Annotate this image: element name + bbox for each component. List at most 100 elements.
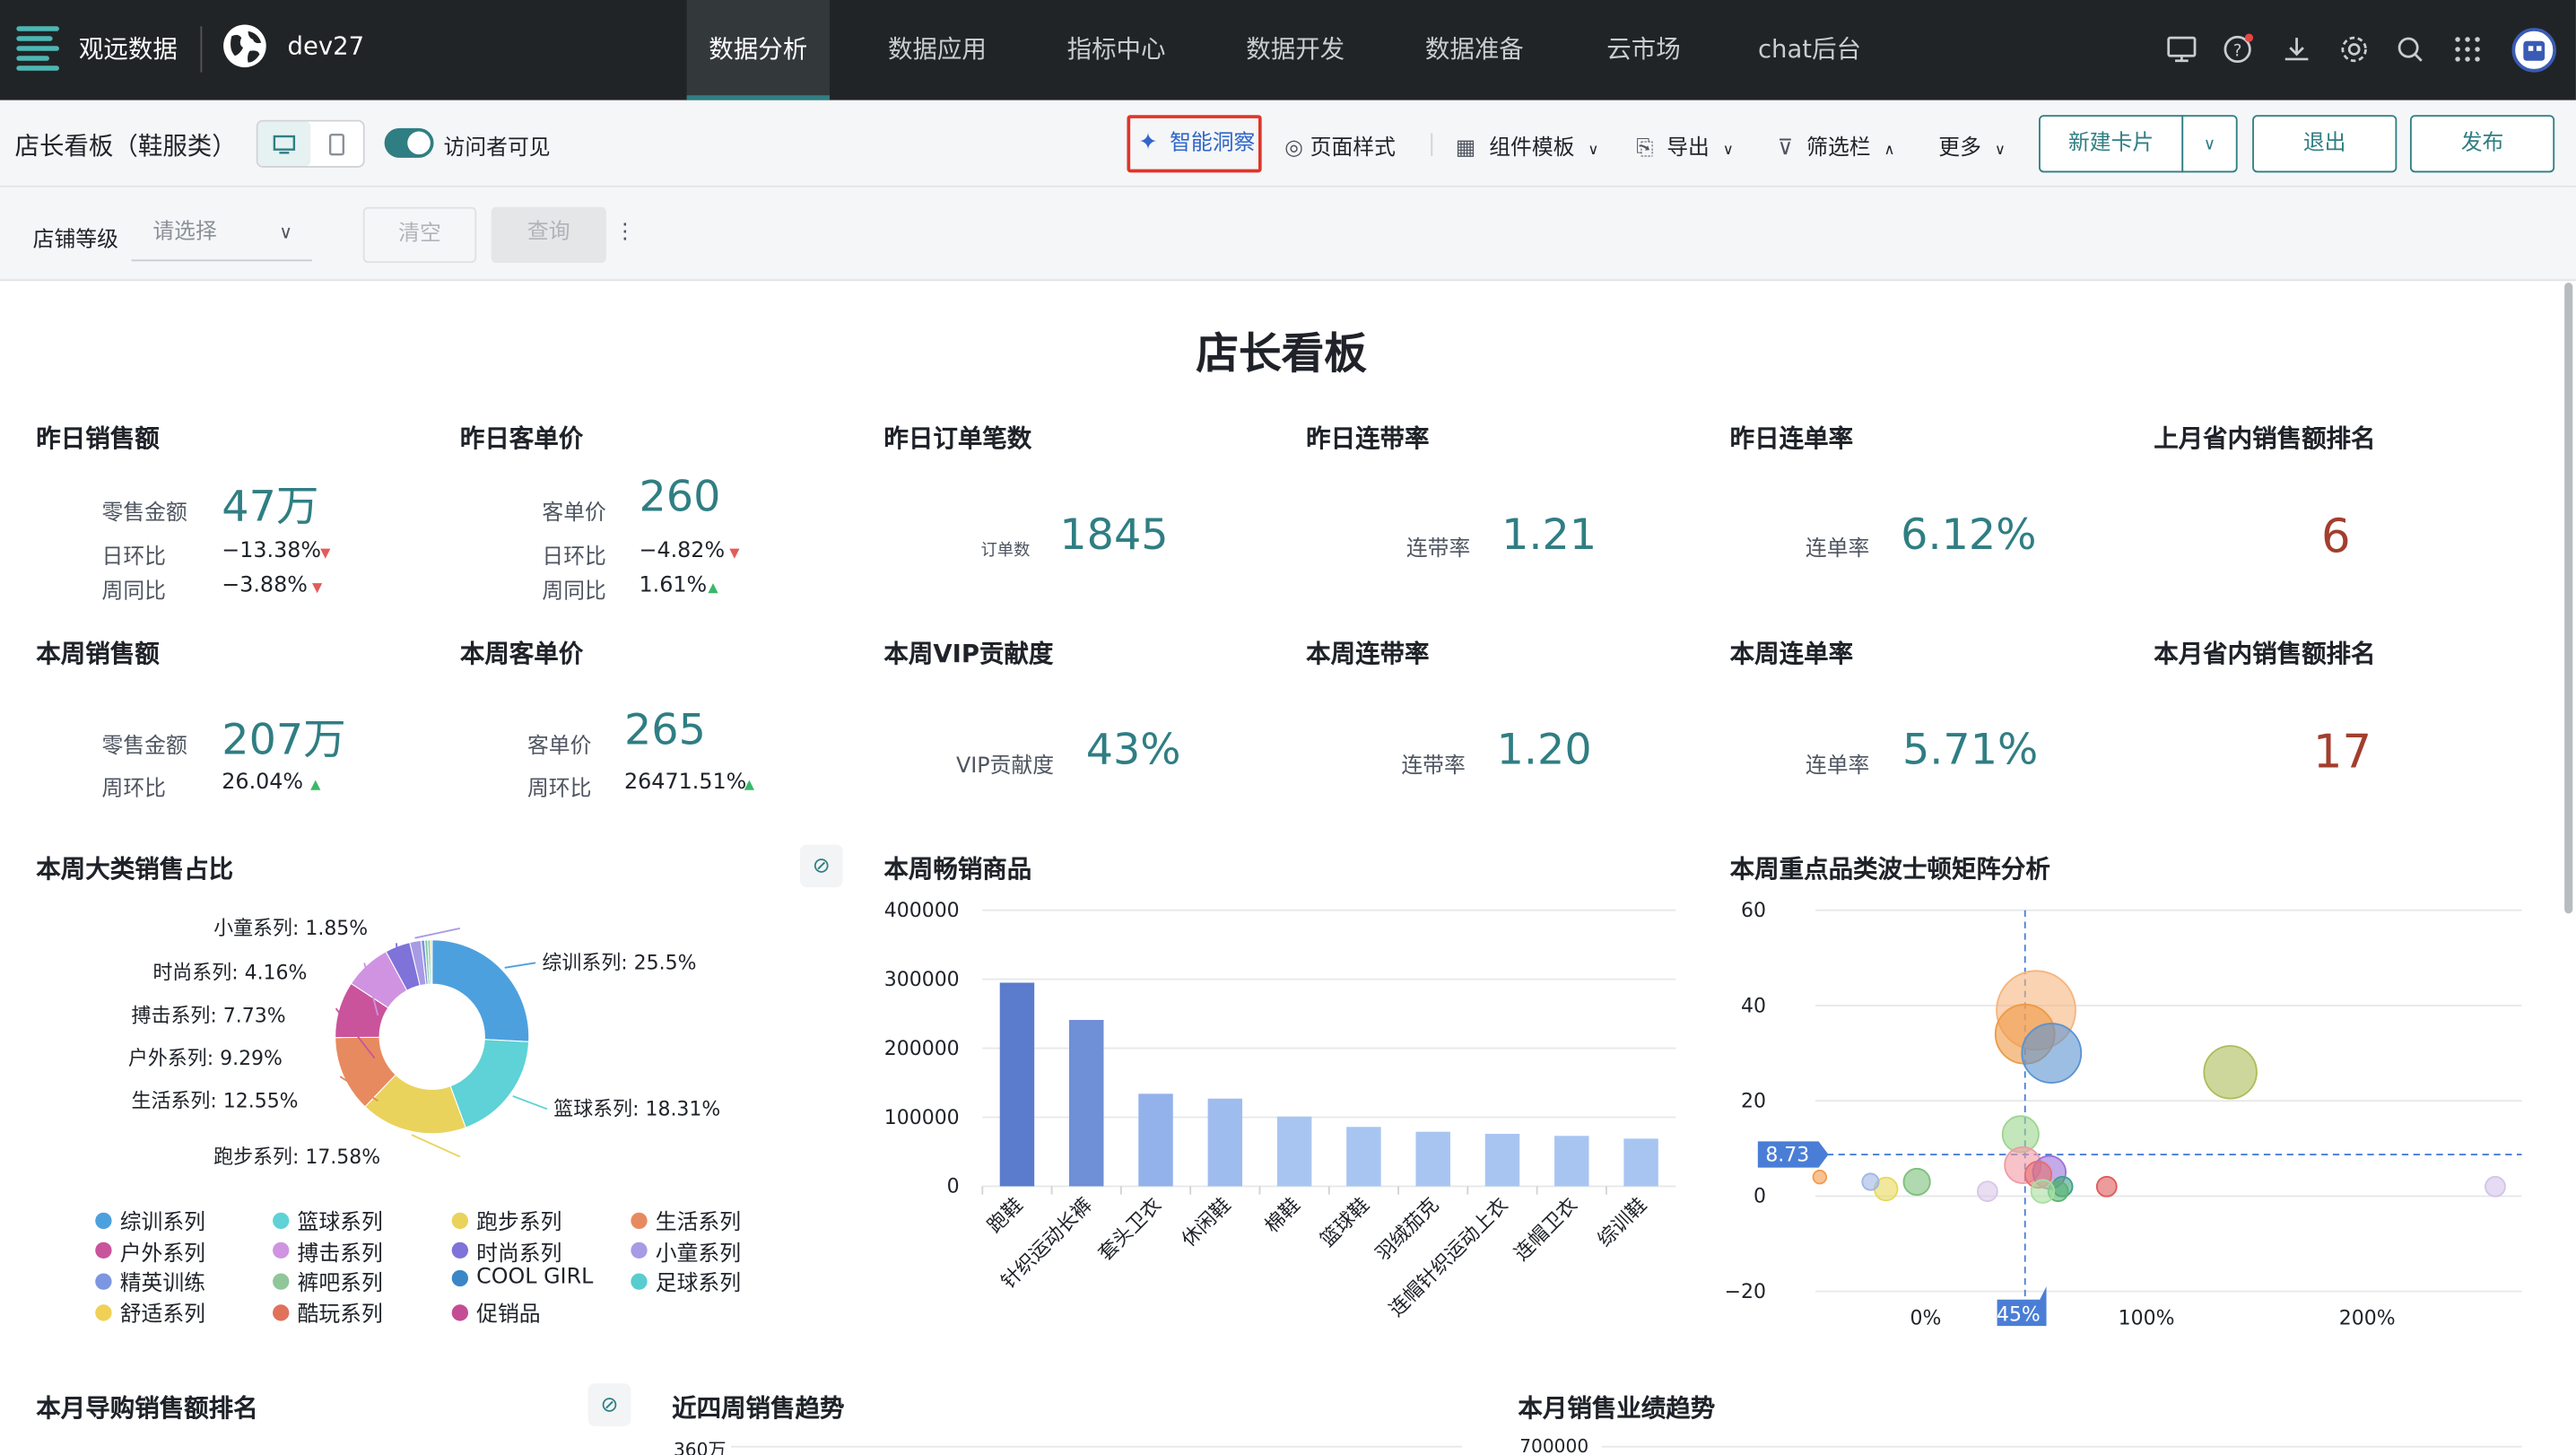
dashboard-title: 店长看板 [1196, 330, 1367, 380]
legend-item[interactable]: 足球系列 [631, 1266, 741, 1297]
desktop-view-button[interactable] [257, 121, 311, 166]
kpi-label: 客单价 [527, 734, 592, 760]
tab-data-preparation[interactable]: 数据准备 [1403, 0, 1545, 100]
chevron-up-icon: ∧ [1884, 143, 1895, 160]
legend-item[interactable]: COOL GIRL [451, 1266, 593, 1291]
more-button[interactable]: 更多 ∨ [1938, 130, 2006, 161]
kpi-value: 43% [1085, 726, 1181, 776]
mobile-view-button[interactable] [310, 122, 363, 166]
kpi-compare-label: 日环比 [101, 545, 167, 571]
pie-label: 生活系列: 12.55% [132, 1090, 299, 1112]
kpi-value: 6.12% [1901, 510, 2037, 561]
link-button[interactable]: ⊘ [587, 1383, 631, 1426]
kpi-title: 昨日客单价 [459, 423, 584, 454]
visitor-visible-toggle[interactable] [384, 127, 434, 158]
kpi-compare-value: −4.82% [639, 538, 726, 564]
query-button[interactable]: 查询 [491, 206, 606, 264]
tab-cloud-market[interactable]: 云市场 [1582, 0, 1705, 100]
kpi-title: 本周客单价 [459, 639, 584, 669]
avatar[interactable] [2511, 28, 2556, 73]
apps-grid-icon[interactable] [2451, 33, 2485, 66]
tab-data-development[interactable]: 数据开发 [1224, 0, 1367, 100]
smart-insight-button[interactable]: ✦ 智能洞察 [1127, 115, 1262, 173]
link-button[interactable]: ⊘ [799, 844, 843, 888]
more-options-icon[interactable]: ⋮ [614, 220, 636, 244]
bar [999, 982, 1035, 1187]
bubble [2021, 1023, 2083, 1084]
bar [1623, 1138, 1658, 1187]
kpi-label: 订单数 [980, 542, 1031, 561]
y-tick-label: 20 [1741, 1090, 1766, 1112]
pie-label: 篮球系列: 18.31% [553, 1099, 720, 1121]
download-icon[interactable] [2280, 33, 2313, 66]
new-card-button[interactable]: 新建卡片 [2039, 115, 2184, 173]
export-label: 导出 [1667, 136, 1710, 161]
legend-item[interactable]: 跑步系列 [451, 1205, 562, 1236]
kpi-value: 1.21 [1501, 510, 1597, 561]
tab-chat-admin[interactable]: chat后台 [1738, 0, 1881, 100]
filter-bar-label: 筛选栏 [1806, 136, 1871, 161]
legend-item[interactable]: 小童系列 [631, 1235, 741, 1267]
tab-data-analysis[interactable]: 数据分析 [686, 0, 830, 100]
legend-item[interactable]: 时尚系列 [451, 1235, 561, 1267]
chart-title-category-share: 本周大类销售占比 [36, 854, 234, 884]
clear-button[interactable]: 清空 [362, 206, 477, 264]
legend-dot [273, 1242, 290, 1259]
kpi-label: 零售金额 [101, 501, 187, 527]
kpi-value: 17 [2312, 724, 2372, 780]
filter-bar-button[interactable]: ⊽ 筛选栏 ∧ [1778, 130, 1895, 161]
search-icon[interactable] [2394, 33, 2427, 66]
store-level-select[interactable]: 请选择 ∨ [131, 210, 313, 262]
legend-item[interactable]: 裤吧系列 [273, 1266, 383, 1297]
y-tick-label: 0 [1754, 1186, 1766, 1208]
component-template-button[interactable]: ▦ 组件模板 ∨ [1456, 130, 1599, 161]
tab-metric-center[interactable]: 指标中心 [1045, 0, 1188, 100]
monitor-icon[interactable] [2165, 33, 2198, 66]
kpi-compare-value: 26.04% [222, 771, 304, 796]
more-label: 更多 [1938, 136, 1981, 161]
project-switcher[interactable]: dev27 [222, 23, 364, 69]
bar [1276, 1116, 1312, 1187]
gear-icon[interactable] [2337, 33, 2371, 66]
bar [1207, 1098, 1243, 1187]
legend-dot [95, 1211, 112, 1229]
down-arrow-icon: ▼ [729, 545, 740, 561]
pie-leader-line [414, 927, 461, 939]
page-style-button[interactable]: ◎ 页面样式 [1284, 130, 1396, 161]
kpi-compare-label: 周环比 [527, 777, 592, 802]
y-tick-label: 300000 [884, 969, 960, 991]
tab-data-application[interactable]: 数据应用 [866, 0, 1008, 100]
legend-label: 搏击系列 [297, 1242, 383, 1267]
legend-dot [451, 1242, 469, 1259]
legend-label: 足球系列 [655, 1272, 742, 1297]
exit-button[interactable]: 退出 [2252, 115, 2398, 173]
x-tick-label: 套头卫衣 [1094, 1194, 1166, 1266]
legend-item[interactable]: 促销品 [451, 1296, 541, 1328]
legend-item[interactable]: 精英训练 [95, 1266, 205, 1297]
legend-item[interactable]: 搏击系列 [273, 1235, 383, 1267]
publish-button[interactable]: 发布 [2409, 115, 2555, 173]
bubble [2203, 1045, 2258, 1100]
legend-item[interactable]: 酷玩系列 [273, 1296, 383, 1328]
ref-x-label: 45% [1997, 1304, 2041, 1327]
pie-label: 小童系列: 1.85% [213, 918, 368, 940]
chevron-down-icon: ∨ [1722, 143, 1734, 160]
pie-leader-line [512, 1095, 548, 1111]
template-icon: ▦ [1455, 136, 1476, 161]
brand[interactable]: 观远数据 [13, 22, 178, 74]
bubble [1902, 1167, 1931, 1197]
legend-item[interactable]: 舒适系列 [95, 1296, 205, 1328]
bar [1346, 1127, 1381, 1187]
help-icon[interactable]: ? [2221, 33, 2254, 66]
new-card-dropdown[interactable]: ∨ [2181, 115, 2238, 173]
legend-item[interactable]: 户外系列 [95, 1235, 205, 1267]
kpi-compare-label: 周同比 [101, 579, 167, 606]
pie-chart: 综训系列: 25.5% 篮球系列: 18.31% 跑步系列: 17.58% 生活系列:… [128, 918, 720, 1169]
legend-item[interactable]: 综训系列 [95, 1205, 205, 1235]
scrollbar[interactable] [2564, 283, 2573, 914]
legend-label: 跑步系列 [476, 1210, 562, 1236]
pie-slice [449, 1039, 530, 1128]
legend-item[interactable]: 生活系列 [631, 1205, 741, 1235]
export-button[interactable]: ⎘ 导出 ∨ [1636, 130, 1734, 161]
legend-item[interactable]: 篮球系列 [273, 1205, 383, 1235]
